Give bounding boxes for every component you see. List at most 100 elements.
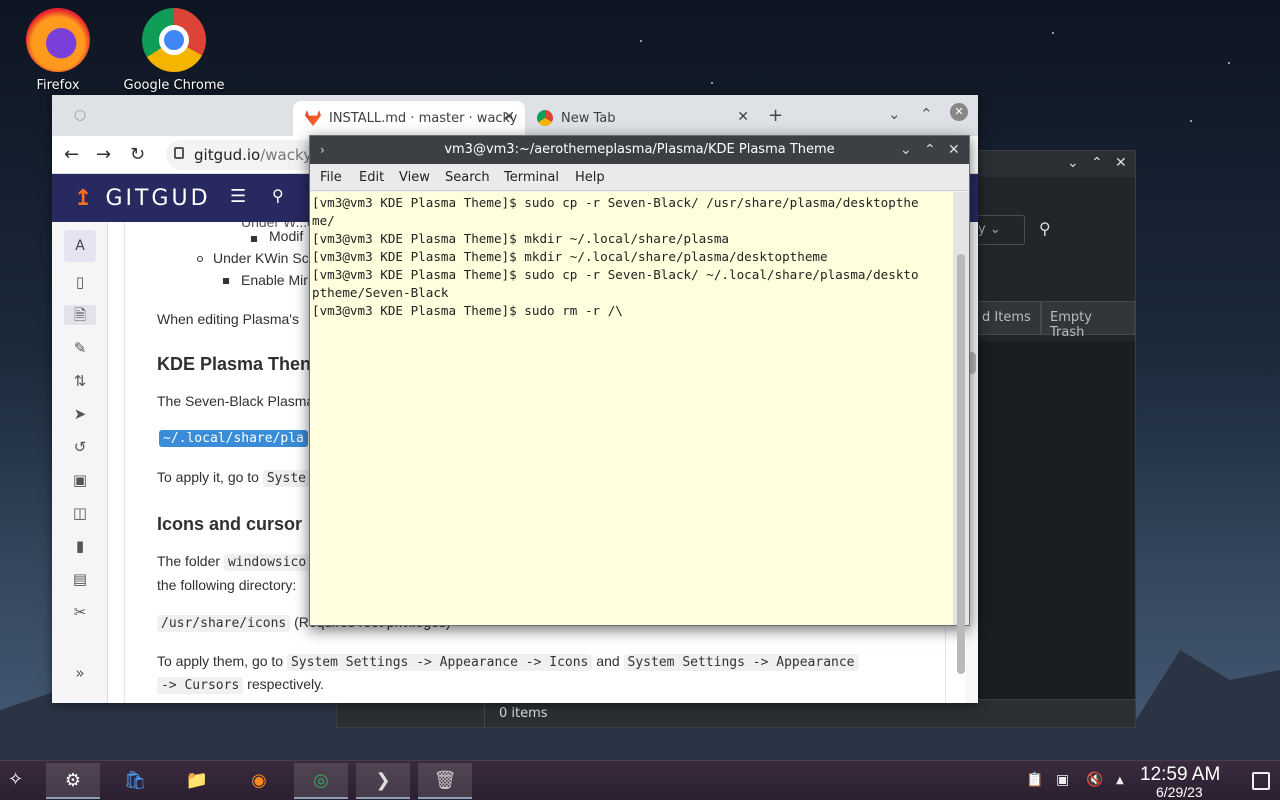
menu-file[interactable]: File	[320, 170, 342, 185]
doc-paragraph: To apply them, go to System Settings -> …	[157, 653, 859, 671]
menu-terminal[interactable]: Terminal	[504, 170, 559, 185]
settings-icon: ⚙	[64, 770, 82, 791]
scrollbar-thumb[interactable]	[957, 254, 965, 674]
minimize-icon[interactable]: ⌄	[888, 105, 901, 123]
project-overview-icon[interactable]: ▯	[70, 272, 90, 292]
menu-icon[interactable]: ☰	[230, 186, 246, 207]
packages-icon[interactable]: ▣	[70, 470, 90, 490]
project-avatar[interactable]: A	[64, 230, 96, 262]
doc-paragraph: -> Cursors respectively.	[157, 676, 324, 694]
chrome-icon	[142, 8, 206, 72]
back-icon[interactable]: ←	[64, 144, 79, 165]
inline-code: -> Cursors	[157, 677, 244, 694]
close-icon[interactable]: ✕	[948, 136, 960, 164]
doc-heading: KDE Plasma Then	[157, 354, 312, 374]
maximize-icon[interactable]: ⌃	[924, 136, 936, 164]
clock-time[interactable]: 12:59 AM	[1140, 764, 1220, 786]
desktop-icon-chrome[interactable]: Google Chrome	[119, 8, 229, 93]
terminal-output[interactable]: [vm3@vm3 KDE Plasma Theme]$ sudo cp -r S…	[310, 192, 953, 625]
taskbar-system-settings[interactable]: ⚙	[46, 763, 100, 799]
clipboard-icon[interactable]: 📋	[1026, 772, 1043, 788]
search-icon[interactable]: ⚲	[272, 186, 284, 205]
clock-date[interactable]: 6/29/23	[1156, 784, 1203, 800]
window-menu-icon[interactable]: ›	[320, 136, 325, 164]
star	[1052, 32, 1054, 34]
tab-new-tab[interactable]: New Tab ✕	[525, 101, 759, 136]
monitor-icon[interactable]: ◫	[70, 503, 90, 523]
desktop-icon-firefox[interactable]: Firefox	[3, 8, 113, 93]
new-tab-button[interactable]: +	[768, 105, 783, 126]
close-icon[interactable]: ✕	[503, 109, 515, 125]
doc-text: and	[596, 653, 620, 669]
terminal-title: vm3@vm3:~/aerothemeplasma/Plasma/KDE Pla…	[444, 142, 835, 157]
taskbar-dolphin[interactable]: 📁	[170, 763, 224, 799]
taskbar: ✧ ⚙ 🛍 📁 ◉ ◎ ❯ 🗑 📋 ▣ 🔇 ▲ 12:59 AM 6/29/23	[0, 760, 1280, 800]
close-icon[interactable]: ✕	[1115, 155, 1127, 171]
close-icon[interactable]: ✕	[950, 103, 968, 121]
desktop-icon-label: Google Chrome	[123, 78, 225, 93]
doc-text: To apply it, go to	[157, 469, 259, 485]
ci-cd-icon[interactable]: ➤	[70, 404, 90, 424]
show-desktop-icon[interactable]	[1252, 772, 1270, 790]
doc-paragraph: When editing Plasma's	[157, 311, 299, 327]
tab-strip: ○ INSTALL.md · master · wacky ✕ New Tab …	[52, 95, 978, 136]
repository-icon[interactable]: 🗎	[64, 305, 96, 325]
screenshot-icon[interactable]: ▣	[1056, 772, 1069, 788]
tab-install-md[interactable]: INSTALL.md · master · wacky ✕	[293, 101, 525, 136]
search-icon[interactable]: ⚲	[1039, 219, 1051, 238]
firefox-icon: ◉	[251, 770, 267, 791]
select-value: y	[978, 222, 986, 237]
maximize-icon[interactable]: ⌃	[920, 105, 933, 123]
status-bar: 0 items	[337, 699, 1135, 728]
app-launcher-icon[interactable]: ✧	[8, 769, 32, 793]
issues-icon[interactable]: ✎	[70, 338, 90, 358]
reload-icon[interactable]: ↻	[130, 144, 145, 165]
terminal-menubar: File Edit View Search Terminal Help	[310, 164, 969, 191]
taskbar-discover[interactable]: 🛍	[108, 763, 162, 799]
inline-code: windowsico	[223, 554, 311, 571]
wiki-icon[interactable]: ▤	[70, 569, 90, 589]
chrome-icon: ◎	[313, 770, 329, 791]
snippets-icon[interactable]: ✂	[70, 602, 90, 622]
analytics-icon[interactable]: ▮	[70, 536, 90, 556]
doc-paragraph: The folder windowsico	[157, 553, 311, 571]
minimize-icon[interactable]: ⌄	[900, 136, 912, 164]
site-logo-text: GITGUD	[105, 186, 211, 211]
star	[711, 82, 713, 84]
url-host: gitgud.io	[194, 146, 261, 164]
doc-text: respectively.	[247, 676, 324, 692]
deployments-icon[interactable]: ↺	[70, 437, 90, 457]
forward-icon[interactable]: →	[96, 144, 111, 165]
menu-search[interactable]: Search	[445, 170, 490, 185]
minimize-icon[interactable]: ⌄	[1067, 155, 1079, 171]
firefox-icon	[26, 8, 90, 72]
tray-expand-icon[interactable]: ▲	[1116, 775, 1124, 786]
doc-list-item: Under KWin Sc	[213, 250, 309, 266]
collapse-sidebar-icon[interactable]: »	[70, 663, 90, 683]
chrome-icon	[537, 110, 553, 126]
taskbar-firefox[interactable]: ◉	[232, 763, 286, 799]
taskbar-konsole[interactable]: ❯	[356, 763, 410, 799]
list-bullet	[251, 236, 257, 242]
restore-items-button[interactable]: d Items	[973, 301, 1041, 335]
terminal-titlebar[interactable]: › vm3@vm3:~/aerothemeplasma/Plasma/KDE P…	[310, 136, 969, 164]
menu-view[interactable]: View	[399, 170, 430, 185]
doc-code-block: ~/.local/share/pla	[159, 429, 308, 447]
doc-list-item: Enable Mir	[241, 272, 308, 288]
terminal-scrollbar[interactable]	[953, 192, 969, 674]
menu-edit[interactable]: Edit	[359, 170, 384, 185]
tab-search-icon[interactable]: ○	[74, 107, 86, 123]
doc-paragraph: The Seven-Black Plasma	[157, 393, 315, 409]
gitgud-logo[interactable]: ↥ GITGUD	[74, 186, 211, 211]
tab-title: New Tab	[561, 111, 616, 126]
doc-heading: Icons and cursor	[157, 514, 303, 534]
terminal-icon: ❯	[375, 770, 391, 791]
menu-help[interactable]: Help	[575, 170, 605, 185]
taskbar-chrome[interactable]: ◎	[294, 763, 348, 799]
volume-muted-icon[interactable]: 🔇	[1086, 772, 1103, 788]
maximize-icon[interactable]: ⌃	[1091, 155, 1103, 171]
merge-requests-icon[interactable]: ⇅	[70, 371, 90, 391]
empty-trash-button[interactable]: Empty Trash	[1041, 301, 1135, 340]
close-icon[interactable]: ✕	[737, 109, 749, 125]
taskbar-trash[interactable]: 🗑	[418, 763, 472, 799]
